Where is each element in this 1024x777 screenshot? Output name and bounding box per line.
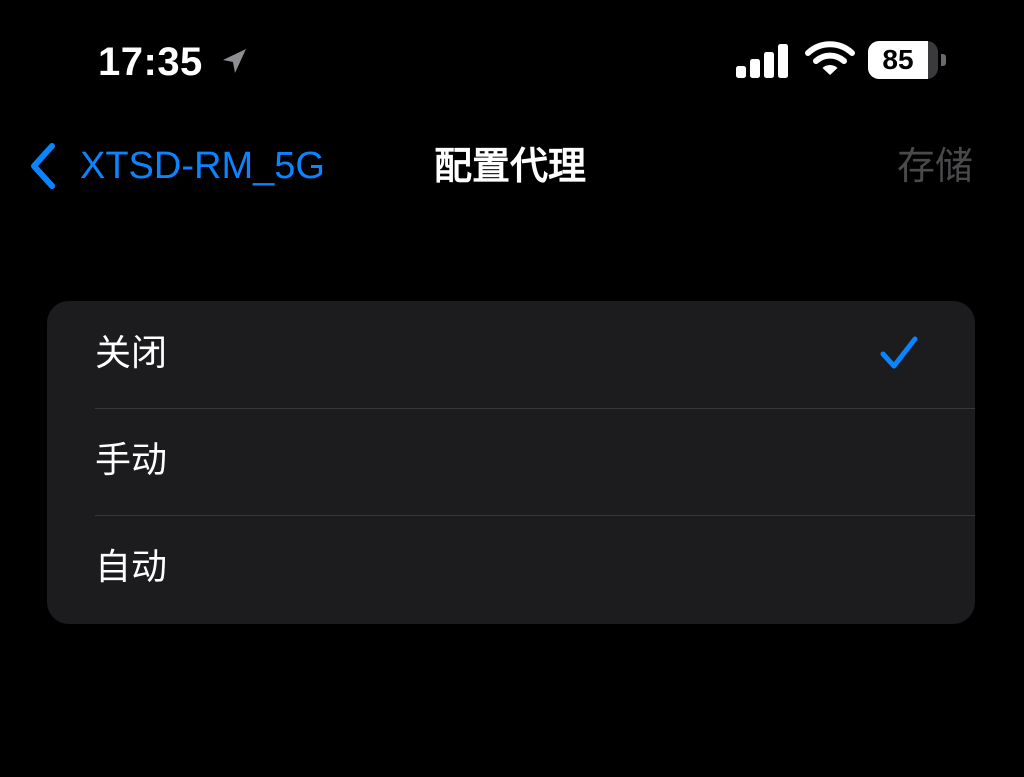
back-button[interactable]: XTSD-RM_5G [28,136,325,196]
checkmark-icon [880,336,918,369]
option-label: 关闭 [95,333,168,374]
option-label: 自动 [95,547,168,588]
chevron-left-icon [31,143,55,189]
cellular-signal-icon [736,44,788,78]
back-button-label: XTSD-RM_5G [80,145,325,187]
navigation-bar: XTSD-RM_5G 配置代理 存储 [0,120,1024,210]
option-off[interactable]: 关闭 [47,301,975,408]
status-time: 17:35 [98,40,203,84]
save-button[interactable]: 存储 [880,140,990,192]
option-auto[interactable]: 自动 [47,515,975,622]
proxy-options-list: 关闭 手动 自动 [47,301,975,624]
option-manual[interactable]: 手动 [47,408,975,515]
battery-cap [941,54,946,66]
wifi-icon [805,41,855,75]
battery-body: 85 [868,41,938,79]
page-title: 配置代理 [433,144,586,188]
battery-icon: 85 [868,41,948,79]
option-label: 手动 [95,440,168,481]
status-bar: 17:35 85 [0,0,1024,110]
battery-level: 85 [882,44,914,75]
location-arrow-icon [223,49,246,73]
